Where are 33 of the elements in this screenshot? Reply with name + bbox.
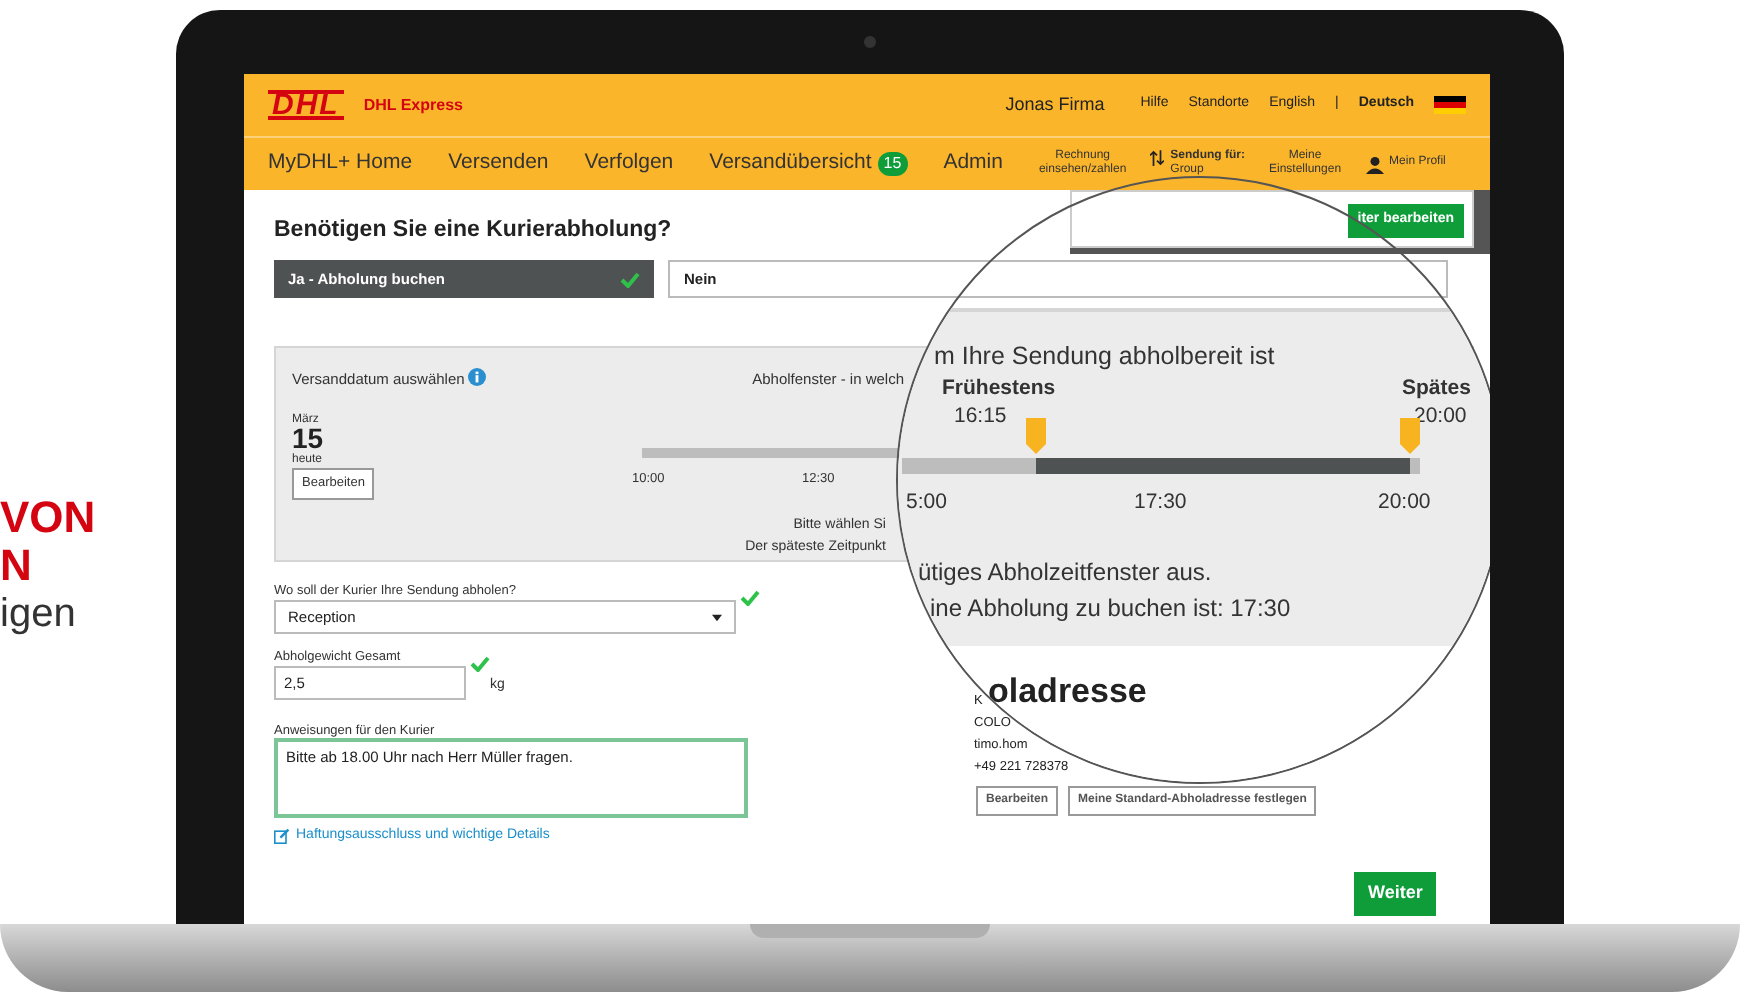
- nav-link[interactable]: MyDHL+ Home: [268, 148, 413, 180]
- check-icon: [620, 271, 640, 287]
- dhl-logo: DHL: [268, 90, 344, 120]
- day-text: 15: [292, 424, 324, 452]
- caret-icon: [712, 613, 722, 621]
- page-heading: Benötigen Sie eine Kurierabholung?: [274, 216, 674, 246]
- nav-link[interactable]: Versenden: [448, 148, 549, 180]
- tick-label: 5:00: [906, 488, 947, 518]
- promo-text: N: [0, 542, 34, 590]
- nav-link[interactable]: Versandübersicht 15: [709, 148, 908, 180]
- tick-label: 17:30: [1134, 488, 1187, 518]
- promo-text: igen: [0, 590, 78, 638]
- magnified-title: m Ihre Sendung abholbereit ist: [934, 340, 1275, 374]
- earliest-time: 16:15: [954, 402, 1007, 432]
- hint-text: ütiges Abholzeitfenster aus.: [918, 556, 1212, 590]
- next-button[interactable]: Weiter: [1354, 872, 1437, 915]
- user-icon: [1365, 155, 1384, 173]
- slider-handle[interactable]: [1024, 418, 1049, 454]
- sort-icon: [1150, 150, 1165, 166]
- user-name: Jonas Firma: [1005, 91, 1105, 118]
- edit-icon: [274, 828, 290, 845]
- count-badge: 15: [877, 152, 908, 176]
- hint-text: ine Abholung zu buchen ist: 17:30: [930, 592, 1291, 626]
- earliest-label: Frühestens: [942, 374, 1056, 404]
- nav-link[interactable]: Verfolgen: [584, 148, 674, 180]
- nav-link[interactable]: Admin: [943, 148, 1003, 180]
- latest-label: Spätes: [1402, 374, 1471, 404]
- info-icon: [468, 368, 486, 386]
- brand-name: DHL Express: [363, 93, 463, 117]
- tick-label: 20:00: [1378, 488, 1431, 518]
- flag-icon: [1434, 95, 1466, 115]
- promo-text: VON: [0, 494, 96, 542]
- address-heading: oladresse: [988, 670, 1147, 714]
